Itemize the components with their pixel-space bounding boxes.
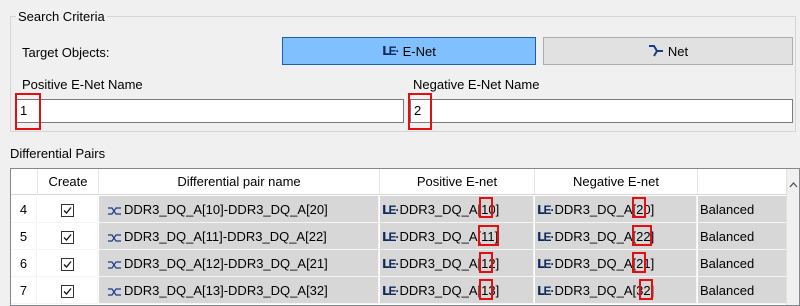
row-number: 7 bbox=[11, 277, 37, 304]
checkmark-icon bbox=[63, 261, 72, 269]
net-toggle-button[interactable]: Net bbox=[543, 37, 793, 65]
checkmark-icon bbox=[63, 288, 72, 296]
status-cell: Balanced bbox=[698, 277, 788, 304]
digit-highlight bbox=[632, 197, 646, 218]
negative-enet-cell[interactable]: ᒪE·DDR3_DQ_A[32] bbox=[535, 277, 697, 304]
diff-pair-icon bbox=[108, 260, 121, 269]
diff-pair-icon bbox=[108, 233, 121, 242]
checkmark-icon bbox=[63, 234, 72, 242]
enet-icon: ᒪE· bbox=[382, 203, 400, 217]
negative-enet-name-label: Negative E-Net Name bbox=[413, 77, 540, 92]
checkmark-icon bbox=[63, 207, 72, 215]
enet-icon: ᒪE· bbox=[537, 257, 555, 271]
header-pair-name[interactable]: Differential pair name bbox=[99, 169, 380, 195]
table-row[interactable]: 6 DDR3_DQ_A[12]-DDR3_DQ_A[21] ᒪE·DDR3_DQ_A… bbox=[11, 250, 799, 277]
enet-icon: ᒪE· bbox=[382, 257, 400, 271]
digit-highlight bbox=[632, 252, 646, 273]
pair-name-text: DDR3_DQ_A[12]-DDR3_DQ_A[21] bbox=[124, 256, 328, 271]
negative-input-highlight bbox=[408, 93, 432, 130]
target-objects-label: Target Objects: bbox=[22, 45, 110, 60]
header-negative-enet[interactable]: Negative E-net bbox=[535, 169, 698, 195]
enet-button-label: E-Net bbox=[402, 43, 436, 59]
create-cell bbox=[38, 277, 98, 304]
enet-icon: ᒪE· bbox=[382, 284, 400, 298]
table-row[interactable]: 7 DDR3_DQ_A[13]-DDR3_DQ_A[32] ᒪE·DDR3_DQ_A… bbox=[11, 277, 799, 304]
status-cell: Balanced bbox=[698, 250, 788, 277]
digit-highlight bbox=[478, 225, 499, 246]
header-create[interactable]: Create bbox=[38, 169, 99, 195]
positive-enet-cell[interactable]: ᒪE·DDR3_DQ_A[10] bbox=[380, 196, 534, 223]
pair-name-cell[interactable]: DDR3_DQ_A[11]-DDR3_DQ_A[22] bbox=[99, 223, 379, 250]
positive-enet-cell[interactable]: ᒪE·DDR3_DQ_A[13] bbox=[380, 277, 534, 304]
status-cell: Balanced bbox=[698, 196, 788, 223]
diff-pair-icon bbox=[108, 206, 121, 215]
scroll-up-icon[interactable] bbox=[789, 181, 798, 188]
enet-icon: ᒪE· bbox=[382, 230, 400, 244]
pair-name-text: DDR3_DQ_A[13]-DDR3_DQ_A[32] bbox=[124, 283, 328, 298]
status-cell: Balanced bbox=[698, 223, 788, 250]
net-button-label: Net bbox=[667, 43, 689, 59]
pair-name-cell[interactable]: DDR3_DQ_A[10]-DDR3_DQ_A[20] bbox=[99, 196, 379, 223]
enet-icon: ᒪE· bbox=[537, 284, 555, 298]
digit-highlight bbox=[479, 279, 493, 300]
table-row[interactable]: 5 DDR3_DQ_A[11]-DDR3_DQ_A[22] ᒪE·DDR3_DQ_A… bbox=[11, 223, 799, 250]
diff-pair-icon bbox=[108, 287, 121, 296]
table-row[interactable]: 4 DDR3_DQ_A[10]-DDR3_DQ_A[20] ᒪE·DDR3_DQ_A… bbox=[11, 196, 799, 223]
differential-pairs-grid: Create Differential pair name Positive E… bbox=[10, 168, 800, 306]
row-number: 6 bbox=[11, 250, 37, 277]
header-status[interactable] bbox=[698, 169, 788, 195]
positive-input-highlight bbox=[15, 93, 41, 130]
positive-enet-cell[interactable]: ᒪE·DDR3_DQ_A[11] bbox=[380, 223, 534, 250]
header-positive-enet[interactable]: Positive E-net bbox=[380, 169, 535, 195]
header-rownum bbox=[11, 169, 38, 195]
negative-enet-cell[interactable]: ᒪE·DDR3_DQ_A[21] bbox=[535, 250, 697, 277]
negative-enet-cell[interactable]: ᒪE·DDR3_DQ_A[20] bbox=[535, 196, 697, 223]
differential-pairs-title: Differential Pairs bbox=[10, 146, 106, 161]
pair-name-text: DDR3_DQ_A[11]-DDR3_DQ_A[22] bbox=[124, 229, 327, 244]
net-icon bbox=[648, 45, 663, 57]
create-checkbox[interactable] bbox=[61, 285, 74, 299]
positive-enet-cell[interactable]: ᒪE·DDR3_DQ_A[12] bbox=[380, 250, 534, 277]
pair-name-cell[interactable]: DDR3_DQ_A[12]-DDR3_DQ_A[21] bbox=[99, 250, 379, 277]
create-cell bbox=[38, 223, 98, 250]
grid-header: Create Differential pair name Positive E… bbox=[11, 169, 799, 195]
digit-highlight bbox=[479, 197, 493, 218]
enet-icon: ᒪE· bbox=[382, 44, 400, 58]
create-checkbox[interactable] bbox=[61, 204, 74, 218]
digit-highlight bbox=[639, 279, 653, 300]
enet-icon: ᒪE· bbox=[537, 203, 555, 217]
digit-highlight bbox=[479, 252, 493, 273]
pair-name-cell[interactable]: DDR3_DQ_A[13]-DDR3_DQ_A[32] bbox=[99, 277, 379, 304]
positive-enet-name-input[interactable]: 1 bbox=[16, 99, 404, 123]
negative-enet-cell[interactable]: ᒪE·DDR3_DQ_A[22] bbox=[535, 223, 697, 250]
create-checkbox[interactable] bbox=[61, 231, 74, 245]
create-cell bbox=[38, 196, 98, 223]
negative-enet-name-input[interactable]: 2 bbox=[410, 99, 793, 123]
create-checkbox[interactable] bbox=[61, 258, 74, 272]
create-cell bbox=[38, 250, 98, 277]
enet-toggle-button[interactable]: ᒪE· E-Net bbox=[282, 37, 536, 65]
vertical-scrollbar[interactable] bbox=[786, 169, 799, 305]
pair-name-text: DDR3_DQ_A[10]-DDR3_DQ_A[20] bbox=[124, 202, 328, 217]
positive-enet-name-label: Positive E-Net Name bbox=[22, 77, 143, 92]
row-number: 4 bbox=[11, 196, 37, 223]
digit-highlight bbox=[632, 225, 652, 246]
enet-icon: ᒪE· bbox=[537, 230, 555, 244]
search-criteria-title: Search Criteria bbox=[16, 9, 107, 24]
row-number: 5 bbox=[11, 223, 37, 250]
